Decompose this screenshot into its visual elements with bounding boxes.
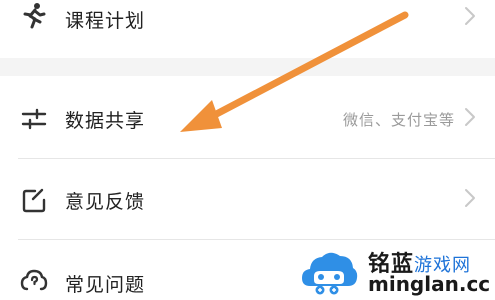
chevron-right-icon (463, 106, 477, 128)
settings-item-label: 课程计划 (65, 10, 146, 32)
settings-item-value: 微信、支付宝等 (342, 111, 455, 129)
watermark-url: minglan.cc (368, 272, 491, 296)
settings-item-label: 意见反馈 (65, 191, 146, 213)
watermark: 铭蓝游戏网 minglan.cc (296, 240, 495, 300)
chevron-right-icon (463, 5, 477, 27)
help-cloud-icon (20, 267, 48, 295)
section-gap (0, 58, 495, 76)
cloud-gamepad-logo (302, 252, 358, 295)
chevron-right-icon (463, 187, 477, 209)
settings-item-data-sharing[interactable]: 数据共享 微信、支付宝等 (0, 76, 495, 158)
sliders-icon (20, 105, 48, 133)
settings-item-label: 数据共享 (65, 110, 146, 132)
settings-item-course-plan[interactable]: 课程计划 (0, 0, 495, 36)
settings-item-feedback[interactable]: 意见反馈 (0, 159, 495, 239)
settings-item-label: 常见问题 (65, 274, 146, 296)
edit-square-icon (20, 187, 48, 215)
running-person-icon (20, 2, 48, 30)
